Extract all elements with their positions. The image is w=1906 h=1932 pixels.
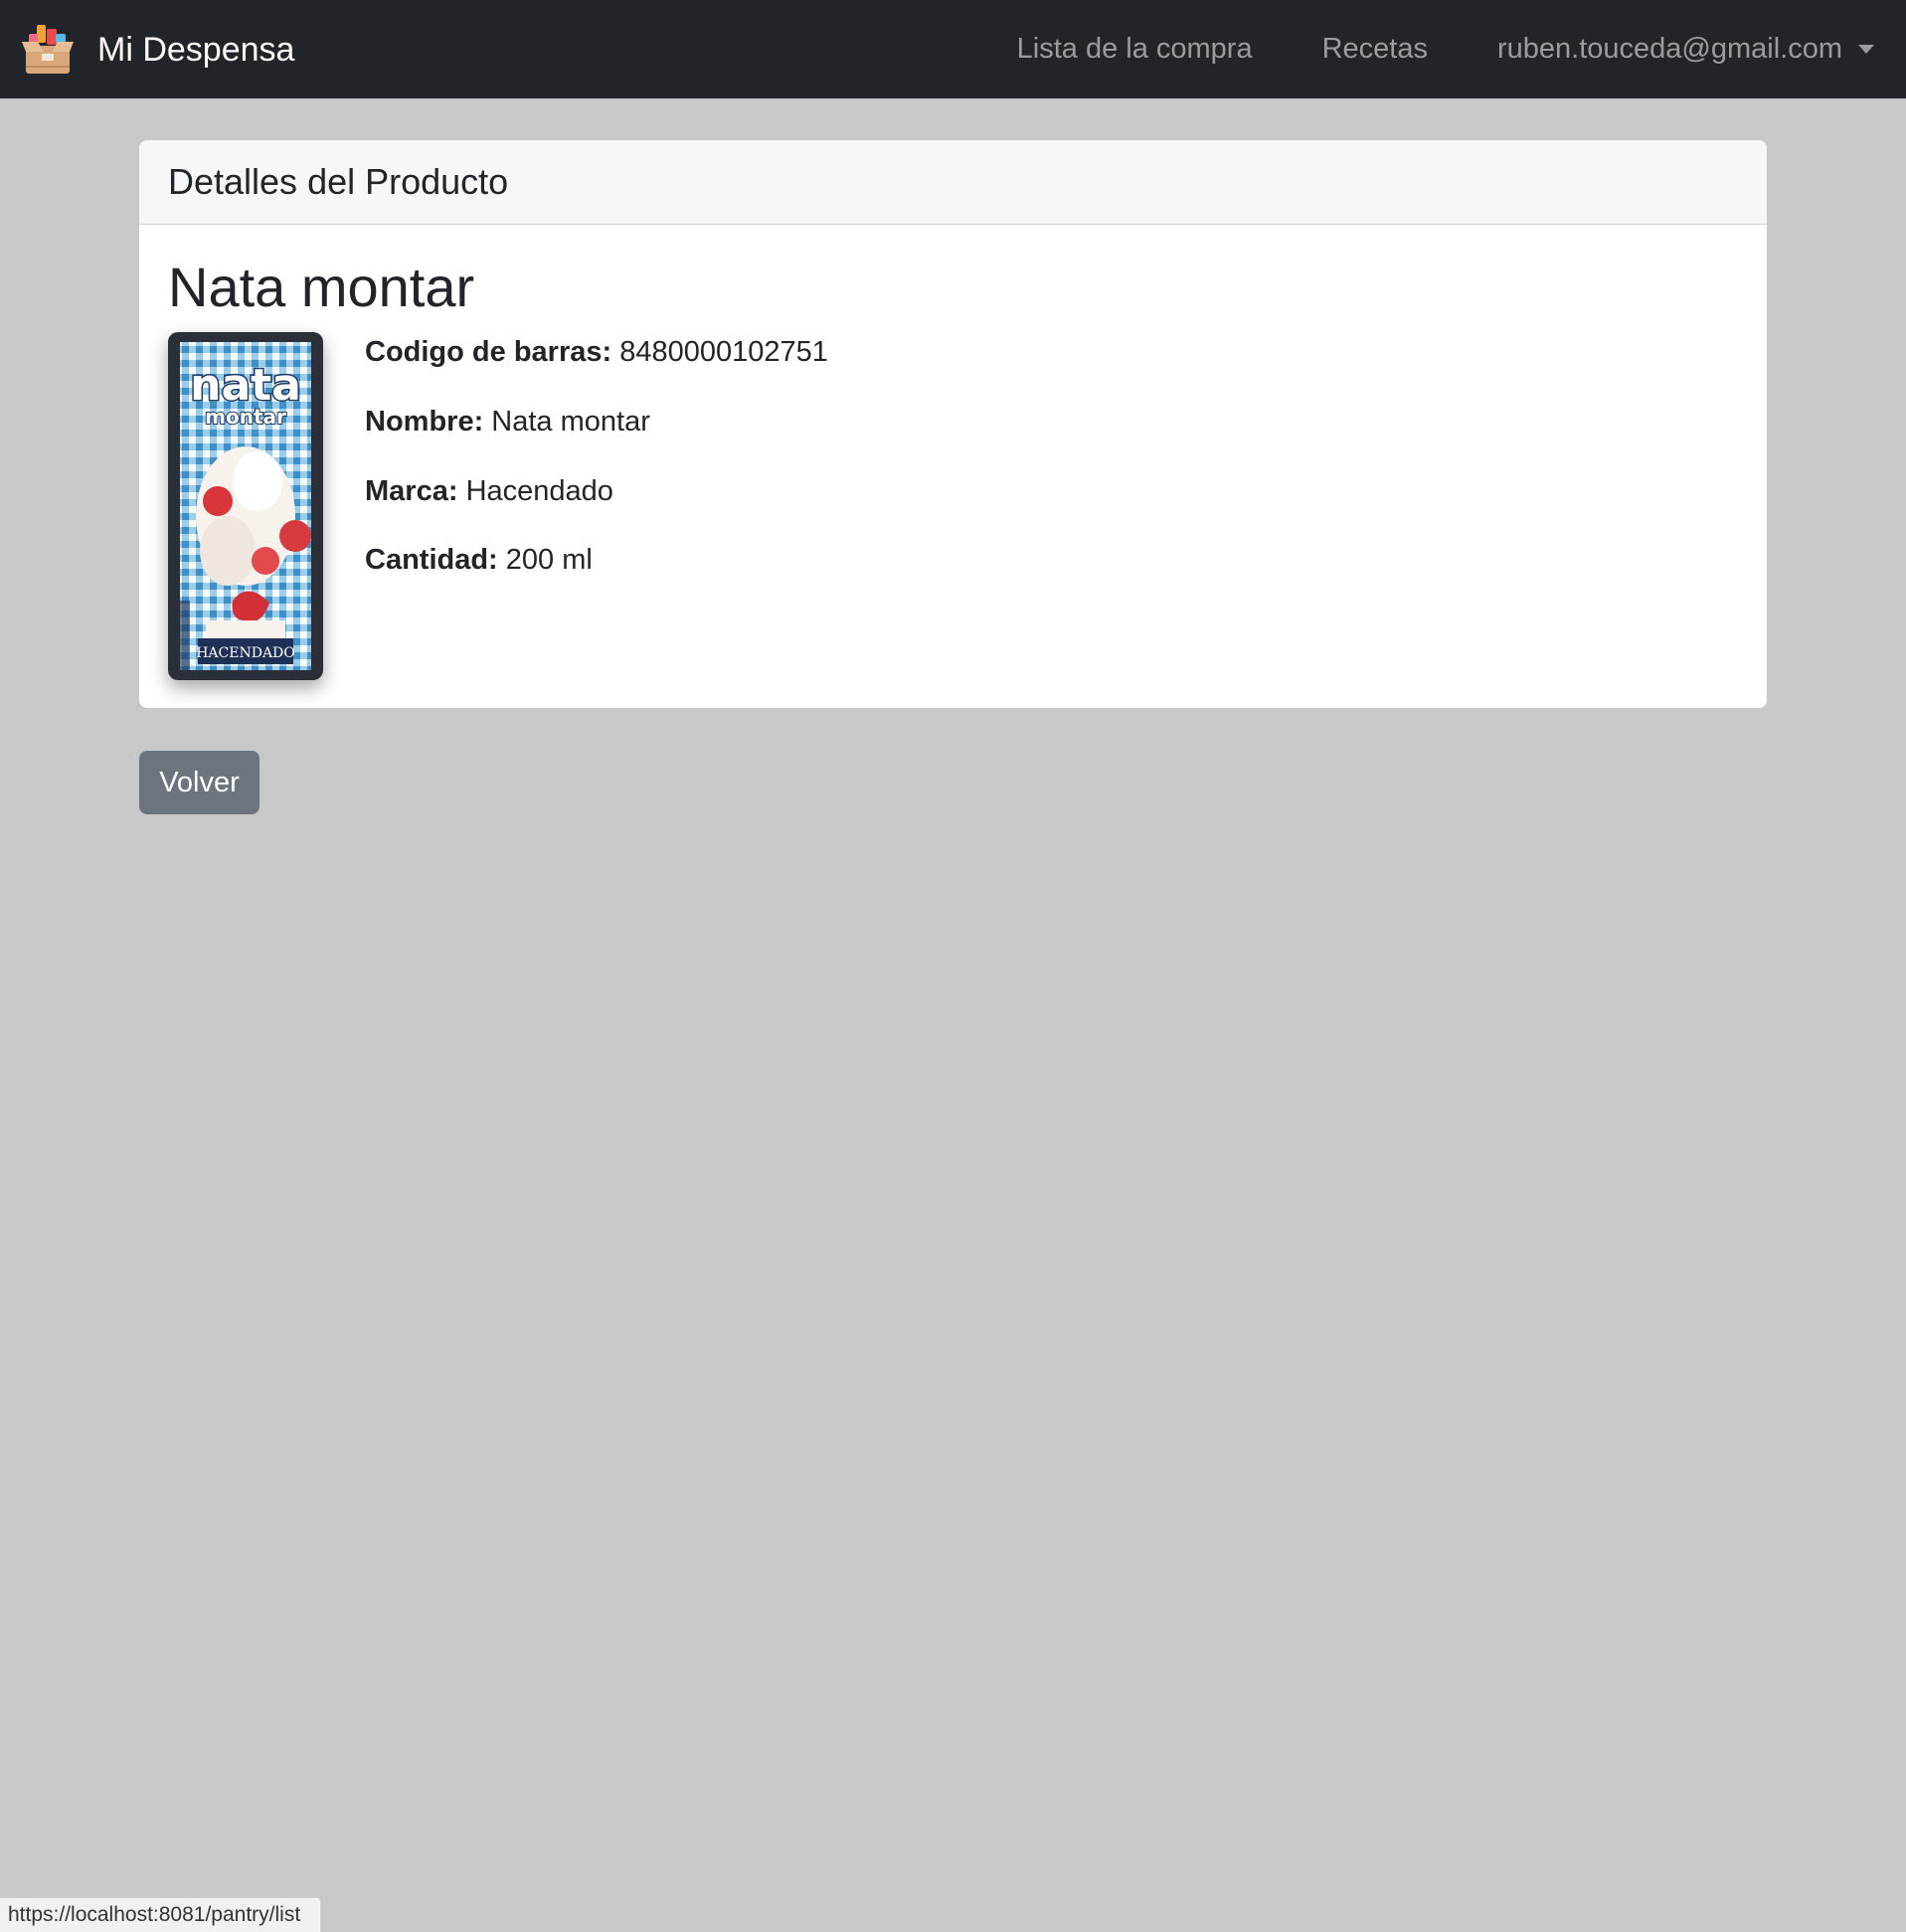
quantity-value: 200 ml [505, 544, 593, 577]
brand-value: Hacendado [465, 474, 613, 507]
nav-link-recipes[interactable]: Recetas [1322, 33, 1428, 66]
detail-name: Nombre: Nata montar [365, 405, 828, 439]
product-details-card: Detalles del Producto Nata montar nata m… [139, 140, 1767, 708]
product-image: nata montar HACENDADO [168, 332, 323, 680]
brand-name: Mi Despensa [97, 30, 295, 69]
name-label: Nombre: [365, 405, 484, 438]
card-header: Detalles del Producto [139, 140, 1767, 225]
svg-text:nata: nata [190, 360, 301, 411]
user-menu-dropdown[interactable]: ruben.touceda@gmail.com [1497, 33, 1874, 66]
quantity-label: Cantidad: [365, 544, 498, 577]
brand-label: Marca: [365, 474, 458, 507]
user-email: ruben.touceda@gmail.com [1496, 33, 1842, 65]
svg-text:HACENDADO: HACENDADO [196, 645, 295, 661]
cream-carton-image: nata montar HACENDADO [168, 332, 323, 680]
detail-quantity: Cantidad: 200 ml [365, 543, 828, 578]
svg-text:montar: montar [205, 405, 286, 429]
card-header-title: Detalles del Producto [168, 161, 509, 202]
pantry-box-icon [22, 24, 74, 74]
product-details-list: Codigo de barras: 8480000102751 Nombre: … [365, 335, 828, 613]
back-button[interactable]: Volver [139, 751, 260, 814]
barcode-label: Codigo de barras: [365, 336, 612, 368]
chevron-down-icon [1858, 45, 1874, 54]
product-title: Nata montar [168, 256, 475, 318]
browser-status-url: https://localhost:8081/pantry/list [0, 1897, 321, 1932]
nav-link-shopping-list[interactable]: Lista de la compra [1017, 33, 1253, 66]
detail-brand: Marca: Hacendado [365, 474, 828, 509]
brand-link[interactable]: Mi Despensa [20, 0, 294, 98]
nav-links: Lista de la compra Recetas ruben.touceda… [948, 0, 1874, 98]
barcode-value: 8480000102751 [619, 336, 828, 368]
top-navbar: Mi Despensa Lista de la compra Recetas r… [0, 0, 1906, 98]
detail-barcode: Codigo de barras: 8480000102751 [365, 335, 828, 370]
name-value: Nata montar [491, 405, 650, 438]
